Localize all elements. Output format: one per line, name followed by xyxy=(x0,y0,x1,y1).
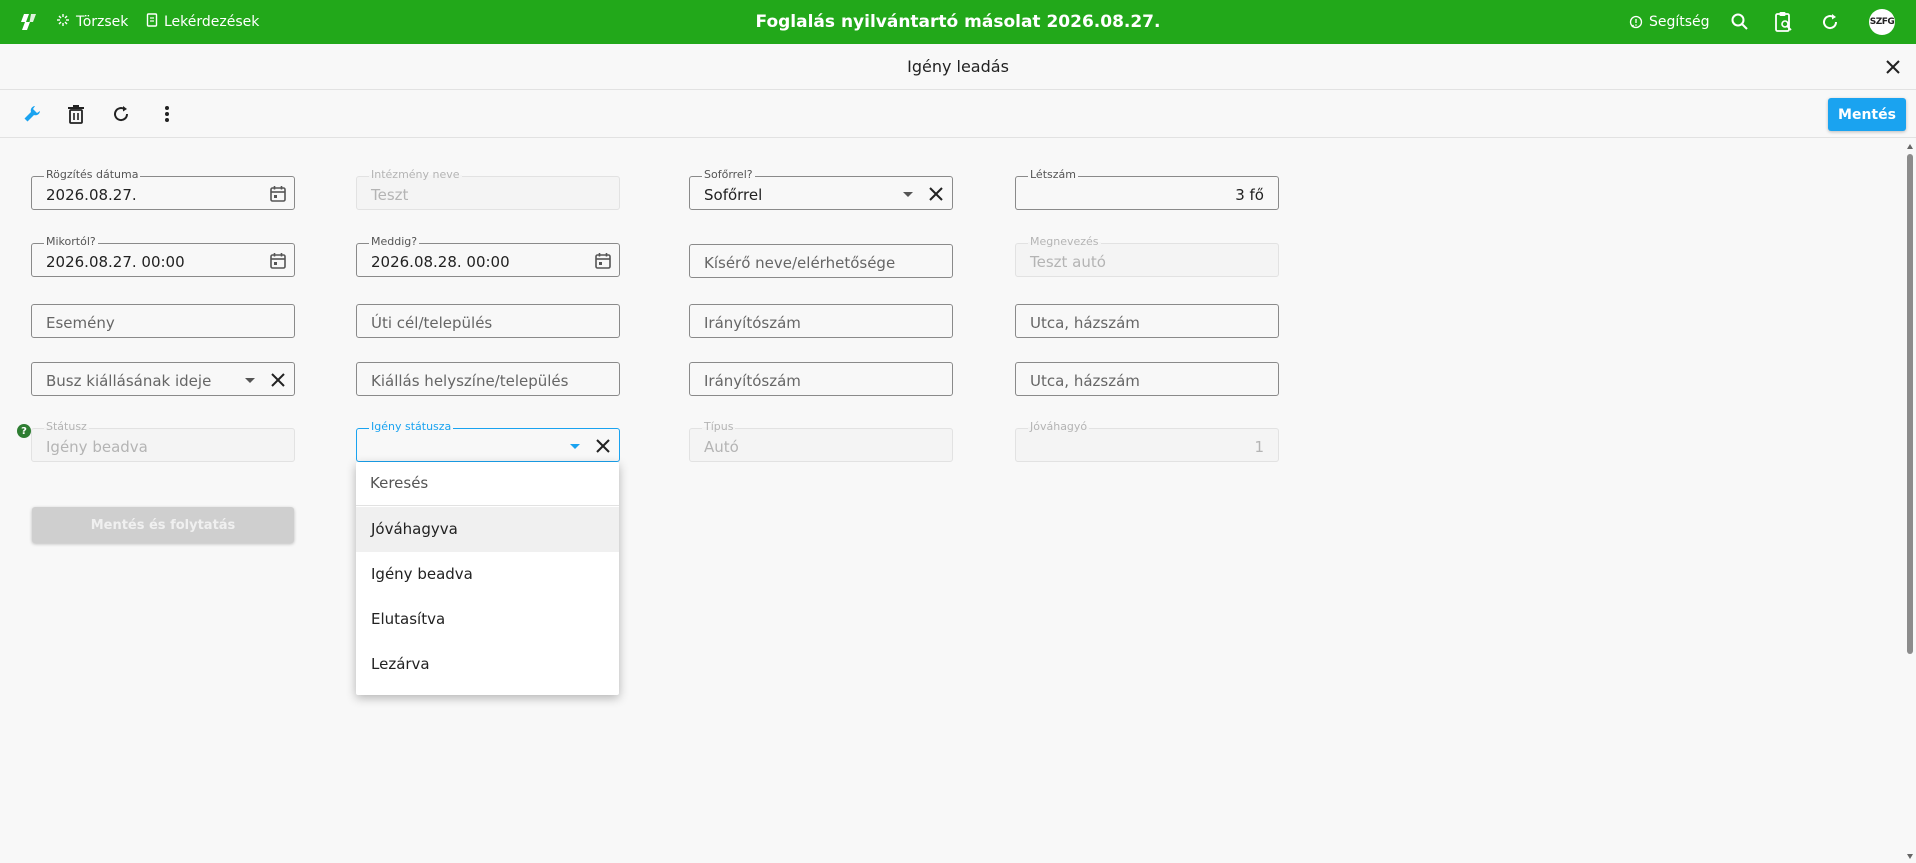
uti-cel-placeholder: Úti cél/település xyxy=(371,314,493,332)
status-dropdown-panel: Jóváhagyva Igény beadva Elutasítva Lezár… xyxy=(356,462,619,695)
mikortol-field[interactable]: Mikortól? 2026.08.27. 00:00 xyxy=(31,235,295,277)
letszam-value: 3 fő xyxy=(1235,186,1264,204)
utca-field-1[interactable]: Utca, házszám xyxy=(1015,304,1279,338)
vertical-scrollbar[interactable] xyxy=(1904,140,1916,863)
statusz-value: Igény beadva xyxy=(46,438,148,456)
dropdown-option[interactable]: Elutasítva xyxy=(356,597,619,642)
megnevezes-field: Megnevezés Teszt autó xyxy=(1015,235,1279,277)
soforrel-label: Sofőrrel? xyxy=(702,168,755,182)
user-avatar[interactable]: SZFG xyxy=(1869,0,1895,44)
dropdown-option[interactable]: Jóváhagyva xyxy=(356,507,619,552)
intezmeny-neve-label: Intézmény neve xyxy=(369,168,462,182)
letszam-label: Létszám xyxy=(1028,168,1078,182)
dropdown-option[interactable]: Lezárva xyxy=(356,642,619,687)
avatar-initials: SZFG xyxy=(1869,9,1895,35)
rogzites-datuma-value: 2026.08.27. xyxy=(46,186,137,204)
iranyitoszam-placeholder-1: Irányítószám xyxy=(704,314,801,332)
busz-kiallas-ideje-select[interactable]: Busz kiállásának ideje xyxy=(31,362,295,396)
search-icon[interactable] xyxy=(1730,0,1750,44)
rogzites-datuma-field[interactable]: Rögzítés dátuma 2026.08.27. xyxy=(31,168,295,210)
utca-field-2[interactable]: Utca, házszám xyxy=(1015,362,1279,396)
meddig-field[interactable]: Meddig? 2026.08.28. 00:00 xyxy=(356,235,620,277)
save-button[interactable]: Mentés xyxy=(1828,98,1906,131)
nav-lekerdezesek-label: Lekérdezések xyxy=(164,14,260,30)
mikortol-value: 2026.08.27. 00:00 xyxy=(46,253,185,271)
uti-cel-field[interactable]: Úti cél/település xyxy=(356,304,620,338)
help-circle-icon[interactable]: ? xyxy=(17,424,31,438)
esemeny-placeholder: Esemény xyxy=(46,314,115,332)
jovahagyo-field: Jóváhagyó 1 xyxy=(1015,420,1279,462)
dropdown-option[interactable]: Igény beadva xyxy=(356,552,619,597)
save-and-continue-button[interactable]: Mentés és folytatás xyxy=(32,507,294,543)
help-button[interactable]: Segítség xyxy=(1629,0,1710,44)
nav-torzsek[interactable]: Törzsek xyxy=(56,0,128,44)
igeny-statusza-label: Igény státusza xyxy=(369,420,454,434)
intezmeny-neve-value: Teszt xyxy=(371,186,409,204)
clear-icon[interactable] xyxy=(926,184,946,204)
rogzites-datuma-label: Rögzítés dátuma xyxy=(44,168,141,182)
statusz-field: Státusz Igény beadva xyxy=(31,420,295,462)
esemeny-field[interactable]: Esemény xyxy=(31,304,295,338)
igeny-statusza-select[interactable]: Igény státusza xyxy=(356,420,620,462)
dropdown-search-input[interactable] xyxy=(370,474,600,492)
tipus-field: Típus Autó xyxy=(689,420,953,462)
scrollbar-thumb[interactable] xyxy=(1907,154,1913,654)
scroll-down-arrow-icon[interactable] xyxy=(1907,854,1913,859)
clear-icon[interactable] xyxy=(268,370,288,390)
kiallas-helyszine-field[interactable]: Kiállás helyszíne/település xyxy=(356,362,620,396)
nav-lekerdezesek[interactable]: Lekérdezések xyxy=(146,0,259,44)
kisero-field[interactable]: Kísérő neve/elérhetősége xyxy=(689,244,953,278)
soforrel-value: Sofőrrel xyxy=(704,186,763,204)
calendar-icon[interactable] xyxy=(593,251,613,271)
form-toolbar: Mentés xyxy=(0,90,1916,138)
sparkle-icon xyxy=(56,13,76,31)
chevron-down-icon[interactable] xyxy=(240,370,260,390)
close-icon[interactable] xyxy=(1882,56,1904,78)
top-app-bar: Törzsek Lekérdezések Foglalás nyilvántar… xyxy=(0,0,1916,44)
jovahagyo-label: Jóváhagyó xyxy=(1028,420,1090,434)
utca-placeholder-2: Utca, házszám xyxy=(1030,372,1140,390)
tipus-label: Típus xyxy=(702,420,736,434)
more-vertical-icon[interactable] xyxy=(156,103,178,125)
mikortol-label: Mikortól? xyxy=(44,235,98,249)
help-bubble-icon xyxy=(1629,15,1643,29)
dropdown-search xyxy=(356,462,619,506)
soforrel-select[interactable]: Sofőrrel? Sofőrrel xyxy=(689,168,953,210)
statusz-label: Státusz xyxy=(44,420,89,434)
chevron-down-icon[interactable] xyxy=(565,436,585,456)
refresh-icon[interactable] xyxy=(1820,0,1840,44)
wrench-icon[interactable] xyxy=(21,103,43,125)
kiallas-helyszine-placeholder: Kiállás helyszíne/település xyxy=(371,372,569,390)
chevron-down-icon[interactable] xyxy=(898,184,918,204)
page-title: Igény leadás xyxy=(907,57,1009,76)
iranyitoszam-field-2[interactable]: Irányítószám xyxy=(689,362,953,396)
nav-torzsek-label: Törzsek xyxy=(76,14,129,30)
clipboard-search-icon[interactable] xyxy=(1774,0,1794,44)
app-title: Foglalás nyilvántartó másolat 2026.08.27… xyxy=(755,12,1161,32)
reload-icon[interactable] xyxy=(110,103,132,125)
tipus-value: Autó xyxy=(704,438,739,456)
megnevezes-value: Teszt autó xyxy=(1030,253,1106,271)
iranyitoszam-field-1[interactable]: Irányítószám xyxy=(689,304,953,338)
calendar-icon[interactable] xyxy=(268,184,288,204)
app-logo[interactable] xyxy=(18,11,40,33)
scroll-up-arrow-icon[interactable] xyxy=(1907,144,1913,149)
calendar-icon[interactable] xyxy=(268,251,288,271)
jovahagyo-value: 1 xyxy=(1254,438,1264,456)
iranyitoszam-placeholder-2: Irányítószám xyxy=(704,372,801,390)
utca-placeholder-1: Utca, házszám xyxy=(1030,314,1140,332)
kisero-placeholder: Kísérő neve/elérhetősége xyxy=(704,254,896,272)
letszam-field[interactable]: Létszám 3 fő xyxy=(1015,168,1279,210)
trash-icon[interactable] xyxy=(65,103,87,125)
help-label: Segítség xyxy=(1649,14,1710,30)
intezmeny-neve-field: Intézmény neve Teszt xyxy=(356,168,620,210)
meddig-value: 2026.08.28. 00:00 xyxy=(371,253,510,271)
meddig-label: Meddig? xyxy=(369,235,420,249)
document-icon xyxy=(146,13,164,31)
page-header: Igény leadás xyxy=(0,44,1916,90)
megnevezes-label: Megnevezés xyxy=(1028,235,1101,249)
busz-kiallas-ideje-placeholder: Busz kiállásának ideje xyxy=(46,372,212,390)
clear-icon[interactable] xyxy=(593,436,613,456)
